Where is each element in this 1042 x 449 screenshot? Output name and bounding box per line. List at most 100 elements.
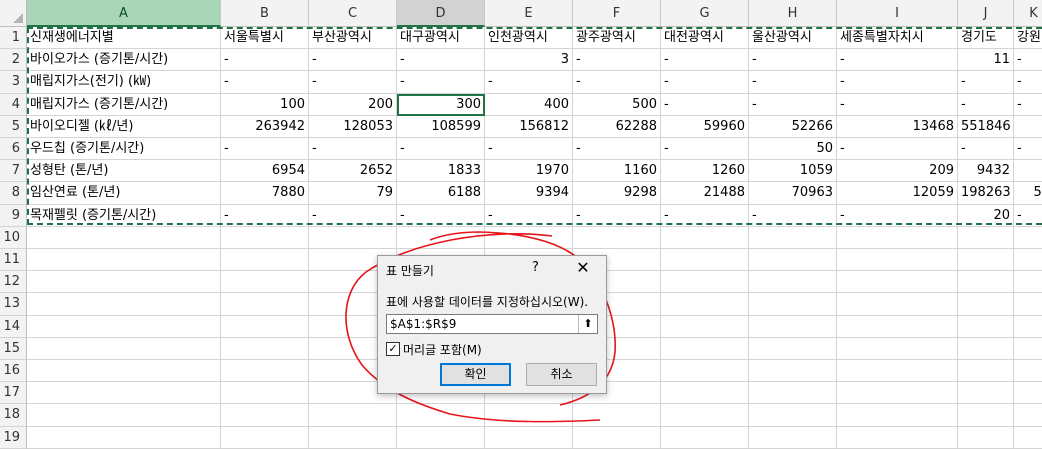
data-cell[interactable]: -	[749, 71, 837, 94]
data-cell[interactable]: 8	[1014, 116, 1042, 138]
data-cell[interactable]	[837, 293, 958, 316]
data-cell[interactable]	[749, 249, 837, 272]
data-cell[interactable]	[27, 226, 221, 249]
column-header-d[interactable]: D	[397, 0, 485, 27]
row-header[interactable]: 17	[0, 382, 27, 405]
data-cell[interactable]: -	[749, 93, 837, 116]
data-cell[interactable]	[958, 404, 1014, 427]
data-cell[interactable]: 50	[749, 138, 837, 161]
data-cell[interactable]: 6954	[221, 160, 309, 183]
data-cell[interactable]: 매립지가스 (증기톤/시간)	[27, 93, 221, 116]
data-cell[interactable]	[661, 315, 749, 338]
data-cell[interactable]	[958, 360, 1014, 383]
data-cell[interactable]: -	[1014, 138, 1042, 161]
data-cell[interactable]: 바이오가스 (증기톤/시간)	[27, 49, 221, 72]
column-title-cell[interactable]: 광주광역시	[573, 27, 661, 50]
row-header[interactable]: 2	[0, 49, 27, 72]
data-cell[interactable]: -	[485, 204, 573, 227]
data-cell[interactable]: 바이오디젤 (㎘/년)	[27, 115, 221, 138]
data-cell[interactable]	[661, 226, 749, 249]
data-cell[interactable]	[221, 249, 309, 272]
data-cell[interactable]	[749, 382, 837, 405]
data-cell[interactable]: 2652	[309, 160, 397, 183]
data-cell[interactable]	[837, 382, 958, 405]
data-cell[interactable]: 9432	[958, 160, 1014, 183]
column-header-a[interactable]: A	[27, 0, 221, 27]
data-cell[interactable]	[749, 293, 837, 316]
row-header[interactable]: 8	[0, 182, 27, 205]
data-cell[interactable]	[837, 426, 958, 449]
row-header[interactable]: 18	[0, 404, 27, 427]
column-header-g[interactable]: G	[661, 0, 749, 27]
column-title-cell[interactable]: 강원	[1014, 27, 1042, 50]
data-cell[interactable]	[573, 404, 661, 427]
data-cell[interactable]: -	[397, 71, 485, 94]
row-header[interactable]: 19	[0, 426, 27, 449]
row-header[interactable]: 1	[0, 27, 27, 50]
data-cell[interactable]: -	[309, 49, 397, 72]
data-cell[interactable]: 9298	[573, 182, 661, 205]
header-checkbox-label[interactable]: 머리글 포함(M)	[403, 341, 482, 358]
data-cell[interactable]: 51	[1014, 182, 1042, 205]
data-cell[interactable]	[837, 360, 958, 383]
data-cell[interactable]: 59960	[661, 115, 749, 138]
data-cell[interactable]: -	[485, 138, 573, 161]
data-cell[interactable]	[27, 293, 221, 316]
data-cell[interactable]	[958, 249, 1014, 272]
data-cell[interactable]: 52266	[749, 115, 837, 138]
data-cell[interactable]	[749, 404, 837, 427]
data-cell[interactable]: 79	[309, 182, 397, 205]
data-cell[interactable]: -	[837, 138, 958, 161]
data-cell[interactable]	[958, 337, 1014, 360]
data-cell[interactable]	[27, 337, 221, 360]
data-cell[interactable]	[749, 271, 837, 294]
data-cell[interactable]: 6188	[397, 182, 485, 205]
data-cell[interactable]	[27, 271, 221, 294]
column-header-k[interactable]: K	[1014, 0, 1042, 27]
data-cell[interactable]	[573, 226, 661, 249]
data-cell[interactable]	[1014, 271, 1042, 294]
data-cell[interactable]: -	[573, 49, 661, 72]
data-cell[interactable]	[221, 293, 309, 316]
data-cell[interactable]: 70963	[749, 182, 837, 205]
collapse-dialog-icon[interactable]: ⬆	[578, 315, 597, 333]
data-cell[interactable]: 3	[485, 49, 573, 72]
data-cell[interactable]	[1014, 360, 1042, 383]
row-header[interactable]: 10	[0, 226, 27, 249]
data-cell[interactable]: 1260	[661, 160, 749, 183]
data-cell[interactable]	[221, 271, 309, 294]
data-cell[interactable]	[837, 226, 958, 249]
data-cell[interactable]: 156812	[485, 115, 573, 138]
column-title-cell[interactable]: 경기도	[958, 27, 1014, 50]
close-icon[interactable]: ✕	[574, 258, 592, 277]
data-cell[interactable]	[27, 426, 221, 449]
column-header-h[interactable]: H	[749, 0, 837, 27]
data-cell[interactable]	[837, 249, 958, 272]
data-cell[interactable]	[221, 360, 309, 383]
data-cell[interactable]	[1014, 160, 1042, 183]
row-header[interactable]: 12	[0, 271, 27, 294]
data-cell[interactable]: -	[309, 204, 397, 227]
select-all-corner[interactable]	[0, 0, 27, 27]
data-cell[interactable]	[749, 315, 837, 338]
data-cell[interactable]: -	[661, 49, 749, 72]
data-cell[interactable]: 1970	[485, 160, 573, 183]
data-cell[interactable]	[1014, 249, 1042, 272]
data-cell[interactable]	[397, 404, 485, 427]
data-cell[interactable]: 21488	[661, 182, 749, 205]
row-header[interactable]: 15	[0, 337, 27, 360]
column-title-cell[interactable]: 대구광역시	[397, 27, 485, 50]
data-cell[interactable]	[1014, 316, 1042, 338]
data-cell[interactable]	[221, 382, 309, 405]
data-cell[interactable]	[958, 226, 1014, 249]
data-cell[interactable]: 100	[221, 93, 309, 116]
column-header-e[interactable]: E	[485, 0, 573, 27]
data-cell[interactable]: 20	[958, 204, 1014, 227]
data-cell[interactable]: -	[1014, 94, 1042, 116]
data-cell[interactable]: 9394	[485, 182, 573, 205]
column-header-c[interactable]: C	[309, 0, 397, 27]
column-header-j[interactable]: J	[958, 0, 1014, 27]
column-title-cell[interactable]: 신재생에너지별	[27, 27, 221, 50]
data-cell[interactable]	[1014, 227, 1042, 249]
data-cell[interactable]	[661, 404, 749, 427]
